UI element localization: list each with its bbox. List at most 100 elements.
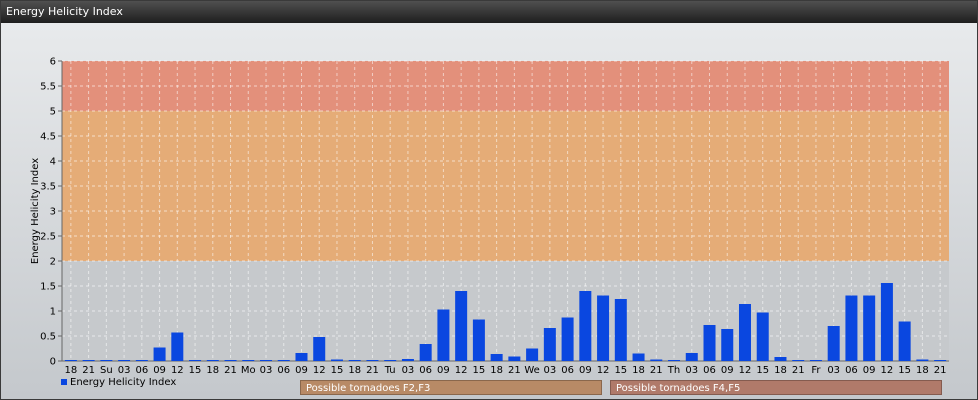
x-tick-label: 06	[561, 365, 574, 376]
bar	[313, 337, 326, 361]
energy-helicity-chart: 0 0.5 1 1.5 2 2.5 3 3.5 4 4.5 5 5.5 6 Energy Helicity…	[30, 57, 949, 376]
x-tick-label: Tu	[384, 365, 396, 376]
x-tick-label: 06	[135, 365, 148, 376]
x-tick-label: 12	[313, 365, 326, 376]
x-tick-label: Su	[100, 365, 113, 376]
x-tick-label: 03	[118, 365, 131, 376]
bar	[171, 332, 184, 361]
bar	[455, 291, 468, 361]
x-tick-label: 06	[703, 365, 716, 376]
x-tick-label: 09	[295, 365, 308, 376]
x-tick-label: 18	[65, 365, 78, 376]
x-tick-label: 03	[827, 365, 840, 376]
y-tick-label: 0.5	[40, 332, 56, 343]
x-tick-label: 09	[721, 365, 734, 376]
bar	[668, 360, 681, 361]
x-tick-label: 09	[437, 365, 450, 376]
x-tick-label: 18	[206, 365, 219, 376]
x-tick-label: 09	[863, 365, 876, 376]
bar	[685, 353, 698, 361]
x-tick-label: 18	[348, 365, 361, 376]
x-tick-label: 15	[473, 365, 486, 376]
x-tick-label: We	[524, 365, 539, 376]
zone-label-f2f3: Possible tornadoes F2,F3	[300, 380, 602, 395]
bar	[650, 359, 663, 361]
y-tick-label: 4.5	[40, 132, 56, 143]
bar	[721, 329, 734, 361]
bar	[472, 319, 485, 361]
x-tick-label: Fr	[811, 365, 821, 376]
bar	[401, 359, 414, 361]
x-tick-label: 15	[614, 365, 627, 376]
bar	[242, 360, 255, 361]
x-tick-label: 12	[597, 365, 610, 376]
bar	[561, 317, 574, 361]
bar	[809, 360, 822, 361]
bar	[508, 356, 521, 361]
bar	[366, 360, 379, 361]
bar	[880, 283, 893, 361]
title-bar: Energy Helicity Index	[1, 1, 977, 23]
bar	[153, 347, 166, 361]
y-tick-label: 2	[50, 257, 56, 268]
y-tick-label: 5	[50, 107, 56, 118]
x-tick-label: Th	[667, 365, 680, 376]
x-tick-label: 09	[579, 365, 592, 376]
x-tick-label: 21	[934, 365, 947, 376]
bar	[543, 328, 556, 361]
y-tick-label: 3	[50, 207, 56, 218]
bar	[916, 359, 929, 361]
bar	[490, 354, 503, 361]
zone-label-f4f5: Possible tornadoes F4,F5	[610, 380, 942, 395]
chart-window: Energy Helicity Index 0 0.5 1 1.5 2 2.5 3 3.5 4 4…	[0, 0, 978, 400]
bar	[898, 321, 911, 361]
bar	[384, 360, 397, 361]
x-tick-label: 15	[898, 365, 911, 376]
chart-legend[interactable]: Energy Helicity Index	[61, 377, 176, 388]
bar	[792, 360, 805, 361]
bar	[135, 360, 148, 361]
bar	[614, 299, 627, 361]
bar	[774, 357, 787, 361]
bar	[632, 353, 645, 361]
x-tick-label: 06	[277, 365, 290, 376]
bar	[330, 359, 343, 361]
x-tick-label: 09	[153, 365, 166, 376]
bar	[738, 304, 751, 361]
x-tick-label: Mo	[241, 365, 256, 376]
x-tick-label: 12	[455, 365, 468, 376]
y-tick-label: 6	[50, 57, 56, 68]
y-tick-label: 5.5	[40, 82, 56, 93]
bar	[224, 360, 237, 361]
x-tick-label: 21	[366, 365, 379, 376]
bar	[206, 360, 219, 361]
bar	[579, 291, 592, 361]
y-axis-label: Energy Helicity Index	[30, 158, 41, 264]
bar	[526, 348, 539, 361]
legend-label: Energy Helicity Index	[70, 377, 177, 388]
x-tick-label: 06	[845, 365, 858, 376]
y-tick-label: 3.5	[40, 182, 56, 193]
bar	[419, 344, 432, 361]
x-tick-label: 15	[756, 365, 769, 376]
y-tick-label: 4	[50, 157, 56, 168]
window-title: Energy Helicity Index	[6, 5, 123, 18]
x-tick-label: 12	[881, 365, 894, 376]
bar	[260, 360, 273, 361]
y-tick-label: 0	[50, 357, 56, 368]
bar	[82, 360, 95, 361]
x-tick-label: 12	[171, 365, 184, 376]
bar	[100, 360, 113, 361]
x-tick-label: 21	[508, 365, 521, 376]
bar	[64, 360, 77, 361]
x-tick-label: 06	[419, 365, 432, 376]
legend-swatch	[61, 379, 67, 385]
bar	[348, 360, 361, 361]
x-tick-label: 21	[650, 365, 663, 376]
x-tick-label: 21	[82, 365, 95, 376]
x-tick-label: 21	[224, 365, 237, 376]
bar	[703, 325, 716, 361]
x-tick-label: 12	[739, 365, 752, 376]
bar	[189, 360, 202, 361]
bar	[118, 360, 131, 361]
